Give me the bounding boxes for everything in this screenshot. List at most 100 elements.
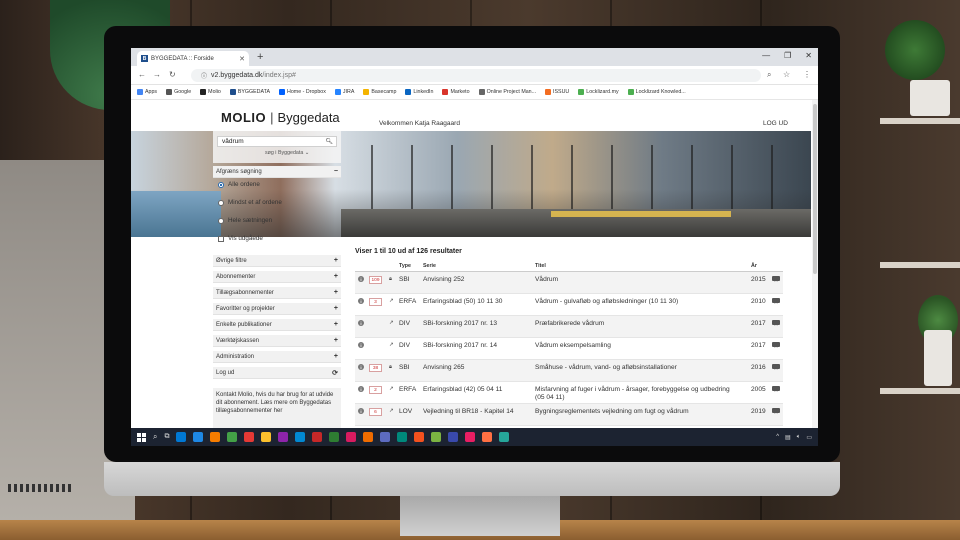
search-mode-radio[interactable]: Hele sætningen xyxy=(218,217,272,224)
network-icon[interactable]: ▤ xyxy=(785,434,791,441)
taskbar-app-icon[interactable] xyxy=(482,432,493,442)
info-icon[interactable]: i xyxy=(358,342,364,348)
taskbar-app-icon[interactable] xyxy=(499,432,510,442)
expand-icon[interactable]: + xyxy=(334,353,338,360)
sidebar-section[interactable]: Tillægsabonnementer + xyxy=(213,287,341,299)
bookmark-item[interactable]: Online Project Man... xyxy=(478,89,536,95)
info-icon[interactable]: i xyxy=(358,364,364,370)
task-view-icon[interactable]: ⧉ xyxy=(164,433,169,441)
bookmark-item[interactable]: Molio xyxy=(200,89,221,95)
scrollbar-thumb[interactable] xyxy=(813,104,817,274)
folder-icon[interactable] xyxy=(772,298,780,303)
taskbar-app-icon[interactable] xyxy=(244,432,255,442)
cell-titel[interactable]: Vådrum eksempelsamling xyxy=(535,342,611,349)
cell-titel[interactable]: Vådrum - gulvafløb og afløbsledninger (1… xyxy=(535,298,678,305)
cell-serie[interactable]: Anvisning 265 xyxy=(423,364,464,371)
table-row[interactable]: i 38 🔒︎ SBI Anvisning 265 Småhuse - vådrum, v… xyxy=(355,360,783,382)
cell-serie[interactable]: SBi-forskning 2017 nr. 14 xyxy=(423,342,497,349)
bookmark-star-icon[interactable]: ☆ xyxy=(783,70,790,79)
windows-start-icon[interactable] xyxy=(137,432,146,442)
cell-titel[interactable]: Præfabrikerede vådrum xyxy=(535,320,604,327)
search-mode-radio[interactable]: Mindst et af ordene xyxy=(218,199,282,206)
browser-tab[interactable]: B BYGGEDATA :: Forside ✕ xyxy=(137,51,249,66)
table-row[interactable]: i ↗ DIV SBi-forskning 2017 nr. 13 Præfabrike… xyxy=(355,316,783,338)
col-header-type[interactable]: Type xyxy=(399,263,411,269)
folder-icon[interactable] xyxy=(772,320,780,325)
bookmark-item[interactable]: Basecamp xyxy=(363,89,396,95)
sidebar-section[interactable]: Log ud ⟳ xyxy=(213,367,341,379)
col-header-serie[interactable]: Serie xyxy=(423,263,436,269)
bookmark-item[interactable]: LinkedIn xyxy=(405,89,433,95)
taskbar-app-icon[interactable] xyxy=(295,432,306,442)
taskbar-app-icon[interactable] xyxy=(346,432,357,442)
refine-search-header[interactable]: Afgræns søgning − xyxy=(213,166,341,178)
cell-titel[interactable]: Vådrum xyxy=(535,276,558,283)
folder-icon[interactable] xyxy=(772,342,780,347)
folder-icon[interactable] xyxy=(772,386,780,391)
cell-titel[interactable]: Misfarvning af fuger i vådrum - årsager,… xyxy=(535,386,730,393)
bookmark-item[interactable]: Locklizard Knowled... xyxy=(627,89,686,95)
bookmark-item[interactable]: JIRA xyxy=(334,89,354,95)
sidebar-section[interactable]: Enkelte publikationer + xyxy=(213,319,341,331)
logout-link[interactable]: LOG UD xyxy=(763,120,788,127)
cell-titel-cont[interactable]: (05 04 11) xyxy=(535,394,565,401)
folder-icon[interactable] xyxy=(772,364,780,369)
expand-icon[interactable]: + xyxy=(334,273,338,280)
radio-button[interactable] xyxy=(218,217,224,224)
bookmark-item[interactable]: Apps xyxy=(137,89,157,95)
sidebar-section[interactable]: Favoritter og projekter + xyxy=(213,303,341,315)
radio-button[interactable] xyxy=(218,199,224,206)
col-header-year[interactable]: År xyxy=(751,263,757,269)
expand-icon[interactable]: + xyxy=(334,289,338,296)
bookmark-item[interactable]: Google xyxy=(166,89,191,95)
notification-icon[interactable]: ▭ xyxy=(806,434,812,441)
close-window-icon[interactable]: ✕ xyxy=(805,51,812,60)
cell-serie[interactable]: Erfaringsblad (50) 10 11 30 xyxy=(423,298,502,305)
sidebar-section[interactable]: Værktøjskassen + xyxy=(213,335,341,347)
folder-icon[interactable] xyxy=(772,408,780,413)
search-scope-dropdown[interactable]: søg i Byggedata ⌄ xyxy=(265,150,309,156)
new-tab-button[interactable]: + xyxy=(257,51,263,63)
expand-icon[interactable]: ⟳ xyxy=(332,369,338,377)
taskbar-app-icon[interactable] xyxy=(329,432,340,442)
col-header-titel[interactable]: Titel xyxy=(535,263,546,269)
cell-titel[interactable]: Bygningsreglementets vejledning om fugt … xyxy=(535,408,689,415)
bookmark-item[interactable]: Locklizard.my xyxy=(578,89,619,95)
page-scrollbar[interactable] xyxy=(812,100,818,428)
reload-icon[interactable]: ↻ xyxy=(169,70,176,79)
show-expired-checkbox[interactable]: Vis udgåede xyxy=(218,235,263,242)
minimize-icon[interactable]: — xyxy=(762,51,770,60)
search-mode-radio[interactable]: Alle ordene xyxy=(218,181,260,188)
sidebar-section[interactable]: Øvrige filtre + xyxy=(213,255,341,267)
sidebar-section[interactable]: Abonnementer + xyxy=(213,271,341,283)
table-row[interactable]: i ↗ DIV SBi-forskning 2017 nr. 14 Vådrum eks… xyxy=(355,338,783,360)
expand-icon[interactable]: + xyxy=(334,305,338,312)
checkbox[interactable] xyxy=(218,235,224,242)
taskbar-app-icon[interactable] xyxy=(261,432,272,442)
folder-icon[interactable] xyxy=(772,276,780,281)
taskbar-app-icon[interactable] xyxy=(397,432,408,442)
info-icon[interactable]: i xyxy=(358,386,364,392)
bookmark-item[interactable]: ISSUU xyxy=(545,89,569,95)
close-tab-icon[interactable]: ✕ xyxy=(239,55,245,63)
taskbar-app-icon[interactable] xyxy=(193,432,204,442)
search-box[interactable]: 🔍︎ xyxy=(217,136,337,147)
cell-serie[interactable]: Vejledning til BR18 - Kapitel 14 xyxy=(423,408,514,415)
table-row[interactable]: i 6 ↗ LOV Vejledning til BR18 - Kapitel 14 By… xyxy=(355,404,783,426)
taskbar-app-icon[interactable] xyxy=(465,432,476,442)
chevron-up-icon[interactable]: ^ xyxy=(776,434,779,441)
expand-icon[interactable]: + xyxy=(334,257,338,264)
taskbar-app-icon[interactable] xyxy=(448,432,459,442)
zoom-search-icon[interactable]: ⌕ xyxy=(767,70,771,80)
cell-serie[interactable]: Erfaringsblad (42) 05 04 11 xyxy=(423,386,502,393)
info-icon[interactable]: i xyxy=(358,276,364,282)
expand-icon[interactable]: + xyxy=(334,337,338,344)
info-icon[interactable]: i xyxy=(358,408,364,414)
search-input[interactable] xyxy=(222,138,322,145)
taskbar-app-icon[interactable] xyxy=(431,432,442,442)
molio-byggedata-logo[interactable]: MOLIO | Byggedata xyxy=(221,110,340,125)
info-icon[interactable]: i xyxy=(358,298,364,304)
bookmark-item[interactable]: Marketo xyxy=(442,89,470,95)
cell-titel[interactable]: Småhuse - vådrum, vand- og afløbsinstall… xyxy=(535,364,677,371)
taskbar-app-icon[interactable] xyxy=(380,432,391,442)
